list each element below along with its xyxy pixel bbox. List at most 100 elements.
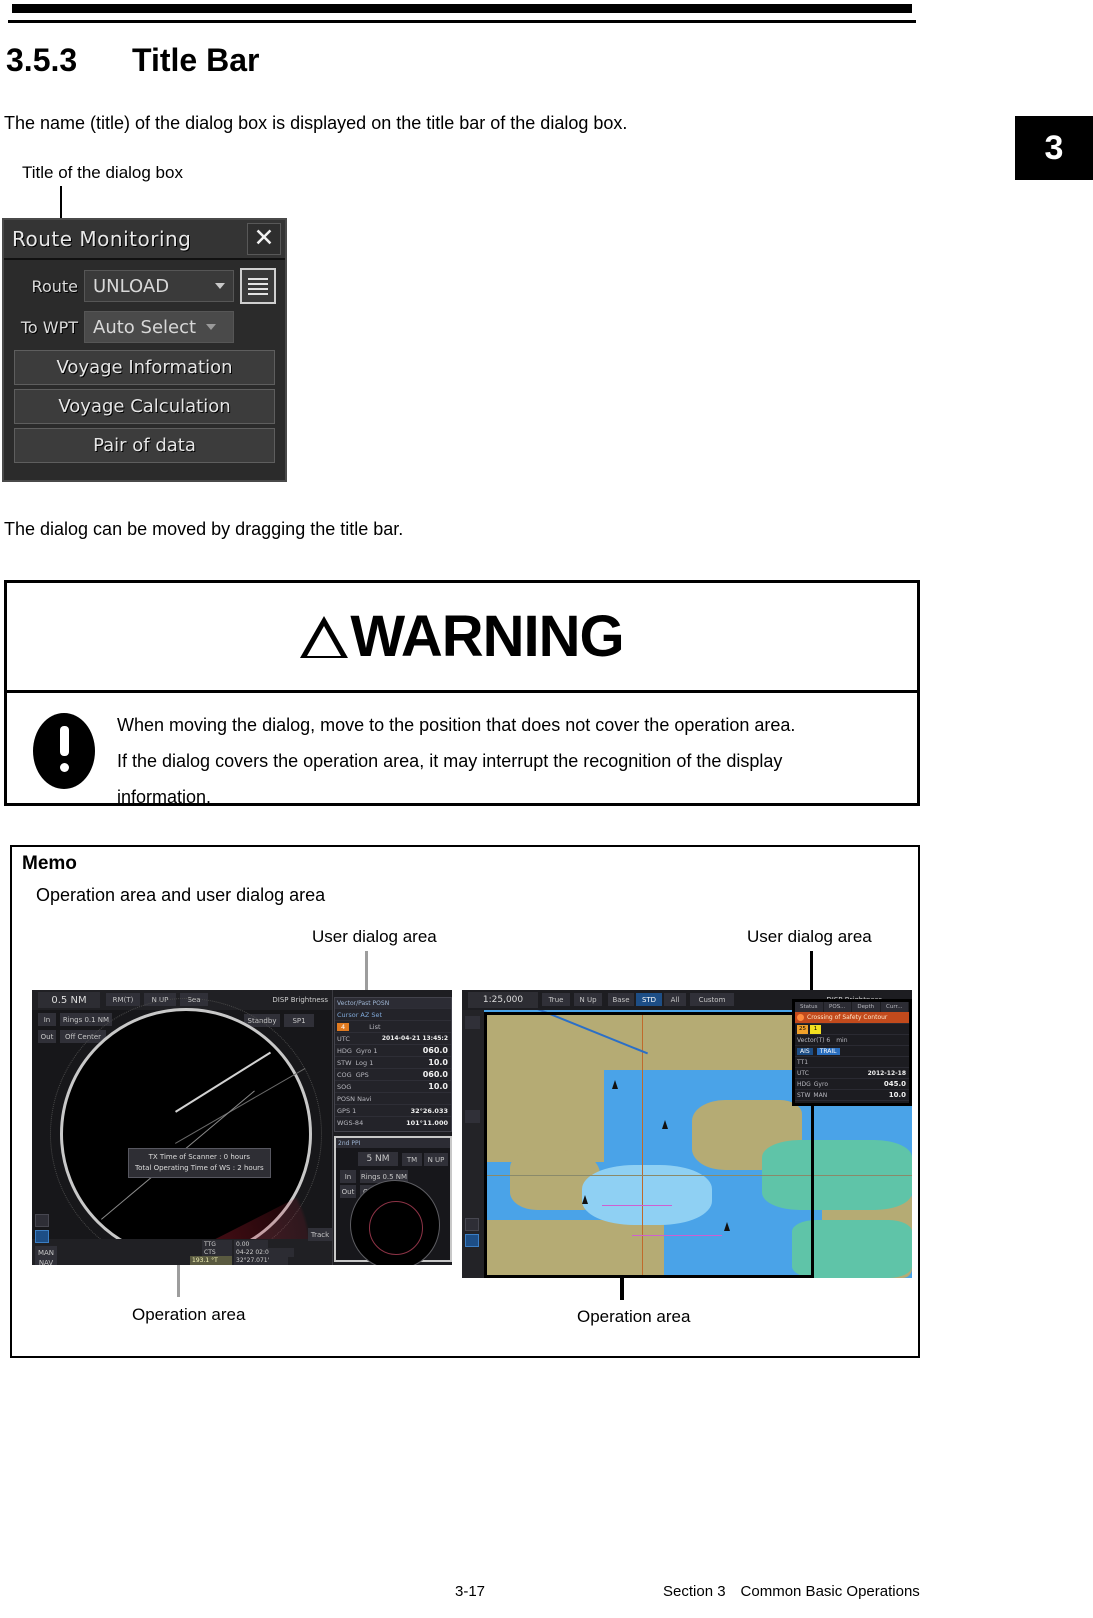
ecdis-trail-chip[interactable]: TRAIL [816,1047,840,1055]
ecdis-vector-label: Vector(T) 6 [797,1036,831,1044]
radar-cursor-icon[interactable] [35,1230,49,1243]
heading-number: 3.5.3 [6,42,78,78]
radar-sub-chip-tm[interactable]: TM [402,1153,422,1166]
radar-second-ppi-window[interactable]: 2nd PPI 5 NM TM N UP In Out Rings 0.5 NM… [334,1136,452,1265]
ecdis-alarm-banner[interactable]: Crossing of Safety Contour [795,1012,909,1023]
radar-posn-header: POSN Navi [335,1092,451,1104]
header-rule-thin [8,20,916,23]
radar-stw-value: 10.0 [428,1058,448,1067]
ecdis-hdg-source[interactable]: Gyro [814,1081,828,1088]
ecdis-ais-chip[interactable]: AIS [797,1047,813,1055]
radar-sub-in-button[interactable]: In [340,1170,356,1183]
radar-sub-title: 2nd PPI [336,1138,450,1148]
radar-lon-value: 101°11.000 [406,1118,448,1127]
radar-sub-chip-nup[interactable]: N UP [424,1153,448,1166]
label-operation-area-left: Operation area [132,1305,246,1324]
ecdis-scale-display[interactable]: 1:25,000 [468,992,538,1008]
ecdis-hdg-row: HDG Gyro 045.0 [795,1078,909,1089]
ecdis-chip-true[interactable]: True [542,993,570,1006]
voyage-calculation-button[interactable]: Voyage Calculation [14,389,275,424]
notice-exclamation-icon [33,713,95,789]
footer-page-number: 3-17 [455,1583,486,1600]
warning-heading: WARNING [300,603,625,670]
radar-zoom-out-button[interactable]: Out [38,1030,56,1043]
radar-datum: WGS-84 [337,1118,364,1127]
ecdis-tab-current[interactable]: Curr... [880,1002,909,1012]
radar-list-label[interactable]: List [369,1023,380,1031]
ecdis-tt-label: TT1 [797,1058,809,1066]
ecdis-tab-depth[interactable]: Depth [852,1002,881,1012]
ecdis-tt-row: TT1 [795,1056,909,1067]
radar-chip-rm[interactable]: RM(T) [106,993,140,1006]
radar-stw-source[interactable]: Log 1 [356,1059,374,1067]
to-wpt-select[interactable]: Auto Select [84,311,234,343]
ecdis-badge-caution-count[interactable]: 1 [810,1024,821,1034]
radar-zoom-in-button[interactable]: In [38,1013,56,1026]
ecdis-ais-row: AIS TRAIL [795,1045,909,1056]
callout-dialog-title-label: Title of the dialog box [22,163,183,182]
intro-paragraph: The name (title) of the dialog box is di… [4,113,628,133]
radar-screenshot[interactable]: 0.5 NM RM(T) N UP Sea DISP Brightness In… [32,990,452,1265]
ecdis-stw-row: STW MAN 10.0 [795,1089,909,1100]
radar-sub-range[interactable]: 5 NM [358,1152,398,1166]
radar-posn-source[interactable]: GPS 1 [337,1107,356,1115]
ecdis-cursor-icon[interactable] [465,1234,479,1247]
radar-heading-line [175,1051,272,1113]
radar-sp1-button[interactable]: SP1 [284,1014,314,1027]
dialog-title-bar[interactable]: Route Monitoring ✕ [4,220,285,260]
radar-dialog-header[interactable]: Vector/Past POSN [335,998,451,1008]
ecdis-stw-source[interactable]: MAN [813,1092,827,1099]
ecdis-pencil-icon[interactable] [465,1218,479,1231]
radar-user-dialog-panel[interactable]: Vector/Past POSN Cursor AZ Set 4 List UT… [334,997,452,1132]
radar-nav-button[interactable]: NAV [35,1256,57,1265]
route-list-icon[interactable] [240,268,276,304]
radar-sog-value: 10.0 [428,1082,448,1091]
ecdis-user-dialog-panel[interactable]: Status POS... Depth Curr... Crossing of … [792,999,912,1106]
ecdis-chip-base[interactable]: Base [608,993,634,1006]
route-select[interactable]: UNLOAD [84,270,234,302]
radar-hdg-source[interactable]: Gyro 1 [356,1047,378,1055]
radar-lat-value: 32°26.033 [410,1106,448,1115]
pair-of-data-button[interactable]: Pair of data [14,428,275,463]
warning-triangle-icon [300,615,349,658]
tooltip-line-1: TX Time of Scanner : 0 hours [148,1153,251,1161]
radar-pencil-icon[interactable] [35,1214,49,1227]
ecdis-stw-value: 10.0 [888,1091,906,1099]
warning-heading-text: WARNING [350,604,624,669]
radar-sub-out-button[interactable]: Out [340,1185,356,1198]
radar-lat-row: GPS 1 32°26.033 [335,1104,451,1116]
ecdis-tab-status[interactable]: Status [795,1002,824,1012]
radar-posn-label: POSN Navi [337,1094,372,1103]
ecdis-dialog-tabs[interactable]: Status POS... Depth Curr... [795,1002,909,1012]
radar-cog-source[interactable]: GPS [356,1071,369,1079]
chevron-down-icon [215,283,225,289]
radar-sub-ppi-scope[interactable] [350,1180,440,1265]
ecdis-badge-warning-count[interactable]: 25 [797,1024,808,1034]
voyage-information-button[interactable]: Voyage Information [14,350,275,385]
route-monitoring-dialog[interactable]: Route Monitoring ✕ Route UNLOAD To WPT A… [2,218,287,482]
ecdis-screenshot[interactable]: 1:25,000 True N Up Base STD All Custom D… [462,990,912,1278]
radar-stw-row: STW Log 1 10.0 [335,1056,451,1068]
dialog-title-text: Route Monitoring [12,227,192,251]
ecdis-alarm-text: Crossing of Safety Contour [807,1014,888,1021]
ecdis-cog-value: 020.1 [883,1102,906,1106]
radar-az-number[interactable]: 4 [337,1022,350,1031]
ecdis-chip-std[interactable]: STD [636,993,662,1006]
exclamation-mark-icon [322,632,327,657]
radar-sog-row: SOG 10.0 [335,1080,451,1092]
ecdis-zoom-in-button[interactable] [465,1016,480,1029]
radar-ppi-scope[interactable] [60,1008,312,1260]
close-icon[interactable]: ✕ [247,223,281,255]
ecdis-zoom-out-button[interactable] [465,1110,480,1123]
radar-track-button[interactable]: Track [308,1228,332,1241]
radar-dialog-tab-vector[interactable]: Vector/Past POSN [337,1000,389,1007]
memo-box: Memo Operation area and user dialog area… [10,845,920,1358]
ecdis-chip-custom[interactable]: Custom [690,993,734,1006]
ecdis-tab-pos[interactable]: POS... [823,1002,852,1012]
radar-range-display[interactable]: 0.5 NM [38,992,100,1008]
ecdis-chip-all[interactable]: All [664,993,686,1006]
ecdis-operation-area-frame [484,1012,814,1278]
ecdis-cog-source[interactable]: GPS 1 [814,1103,832,1104]
ecdis-chip-nup[interactable]: N Up [574,993,602,1006]
radar-dialog-title-row: Cursor AZ Set [335,1008,451,1020]
